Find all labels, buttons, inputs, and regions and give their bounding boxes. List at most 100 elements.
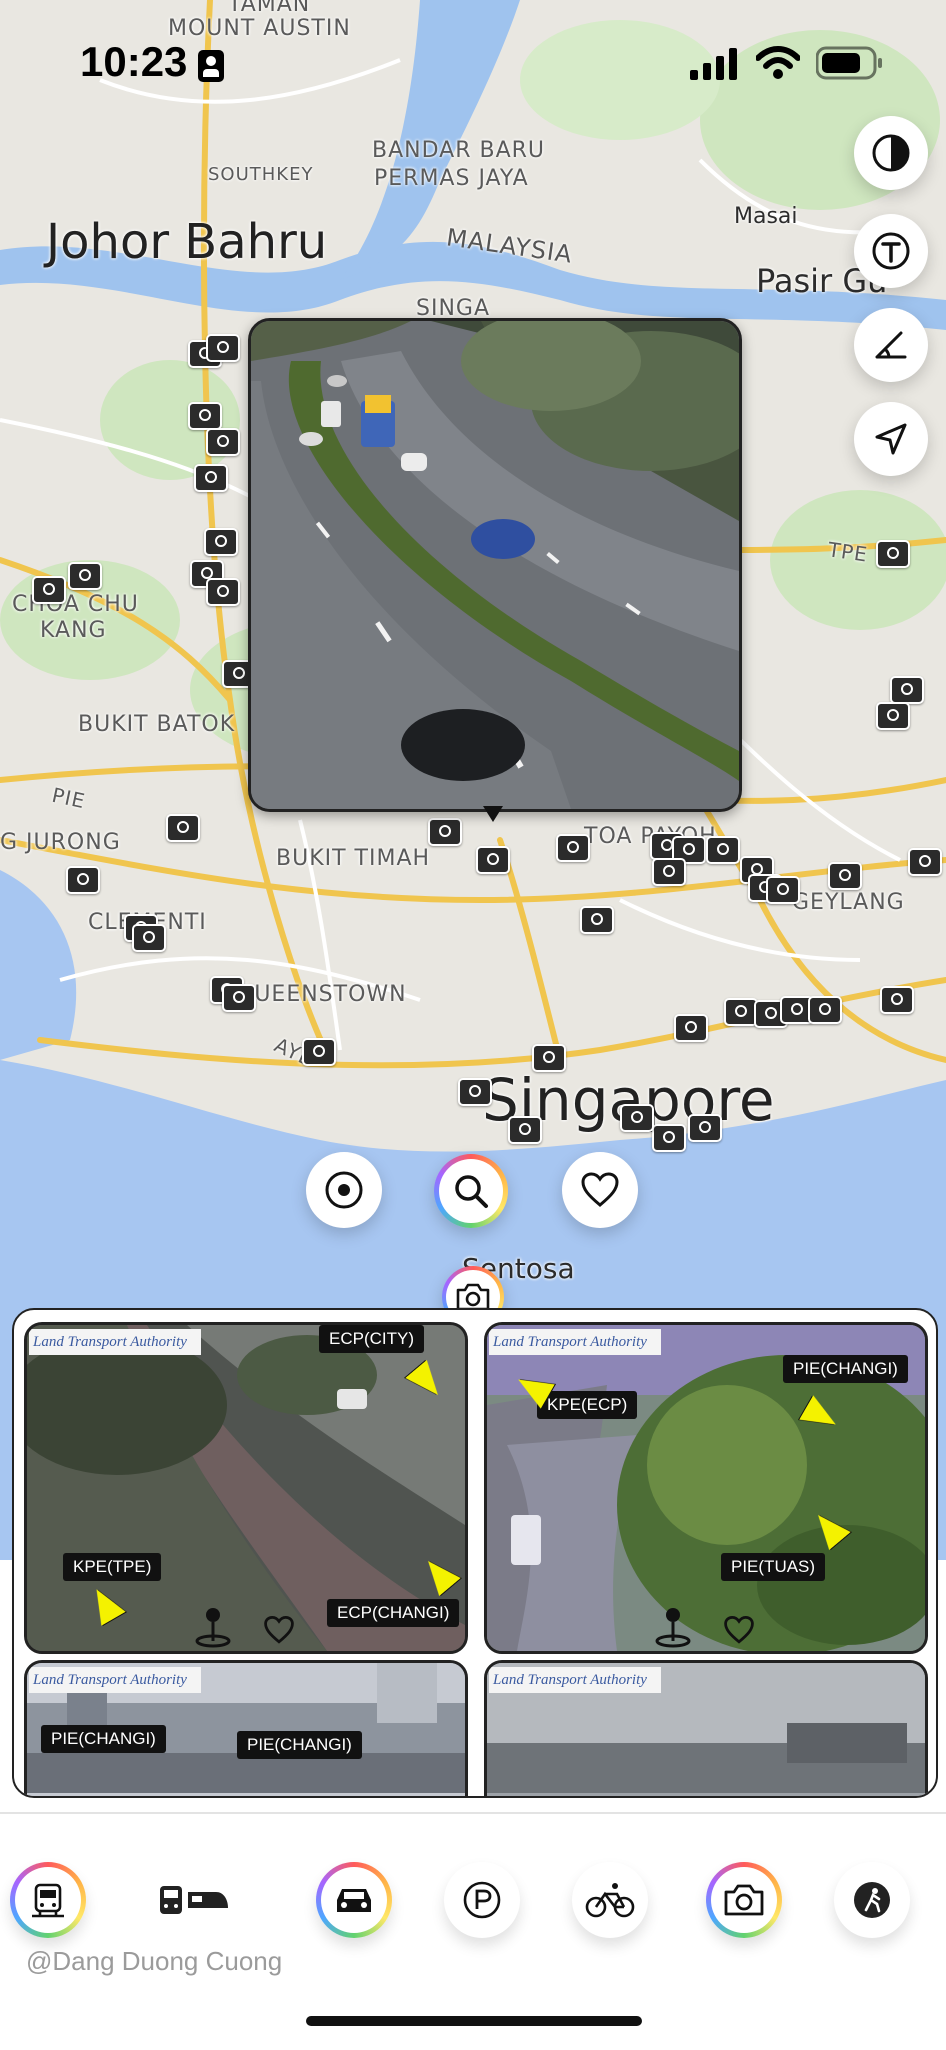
camera-marker[interactable] [652,1124,686,1152]
direction-tag: PIE(CHANGI) [237,1731,362,1759]
map-label-southkey: SOUTHKEY [208,164,314,185]
map-label-queenstown: QUEENSTOWN [236,982,407,1007]
search-button[interactable] [434,1154,508,1228]
camera-marker[interactable] [68,562,102,590]
camera-marker[interactable] [132,924,166,952]
direction-tag: PIE(CHANGI) [41,1725,166,1753]
camera-marker[interactable] [880,986,914,1014]
camera-marker[interactable] [428,818,462,846]
map-label-bukit-batok: BUKIT BATOK [78,712,236,737]
favorite-heart-icon[interactable] [263,1615,295,1645]
car-icon [337,1889,371,1912]
traffic-camera-image [251,321,739,809]
camera-marker[interactable] [876,702,910,730]
map-label-johor-bahru: Johor Bahru [46,214,328,270]
camera-marker[interactable] [508,1116,542,1144]
camera-marker[interactable] [206,428,240,456]
author-credit: @Dang Duong Cuong [26,1946,283,1976]
search-icon [455,1175,488,1208]
train-icon [160,1886,228,1914]
camera-marker[interactable] [206,334,240,362]
camera-grid-panel[interactable]: Land Transport Authority ECP(CITY) KPE(T… [12,1308,938,1798]
camera-marker[interactable] [580,906,614,934]
camera-tile[interactable]: Land Transport Authority PIE(CHANGI) PIE… [24,1660,468,1796]
camera-marker[interactable] [204,528,238,556]
angle-button[interactable] [854,308,928,382]
bus-stop-icon [32,1883,64,1918]
signal-icon [690,48,737,80]
camera-tile[interactable]: Land Transport Authority PIE(CHANGI) KPE… [484,1322,928,1654]
direction-tag: KPE(ECP) [537,1391,638,1419]
contrast-button[interactable] [854,116,928,190]
camera-marker[interactable] [908,848,942,876]
tab-traffic[interactable] [316,1862,392,1938]
camera-tile[interactable]: Land Transport Authority [484,1660,928,1796]
camera-marker[interactable] [32,576,66,604]
tab-more[interactable] [834,1862,910,1938]
tab-train[interactable] [154,1862,230,1938]
camera-marker[interactable] [706,836,740,864]
status-bar: 10:23 [0,0,946,120]
map-label-permas-jaya: PERMAS JAYA [374,166,529,191]
camera-marker[interactable] [890,676,924,704]
camera-marker[interactable] [66,866,100,894]
tab-bus[interactable] [10,1862,86,1938]
map-label-bandar-baru: BANDAR BARU [372,138,546,163]
camera-marker[interactable] [532,1044,566,1072]
wifi-icon [756,46,800,79]
tab-cameras[interactable] [706,1862,782,1938]
camera-marker[interactable] [876,540,910,568]
popup-pointer [483,806,503,822]
map-pin-icon[interactable] [193,1605,233,1649]
tab-parking[interactable] [444,1862,520,1938]
camera-marker[interactable] [458,1078,492,1106]
camera-marker[interactable] [302,1038,336,1066]
favorites-button[interactable] [562,1152,638,1228]
camera-marker[interactable] [194,464,228,492]
map-pin-icon[interactable] [653,1605,693,1649]
target-icon [325,1171,363,1209]
direction-tag: PIE(CHANGI) [783,1355,908,1383]
status-time: 10:23 [80,38,188,85]
camera-marker[interactable] [724,998,758,1026]
tab-cycling[interactable] [572,1862,648,1938]
camera-marker[interactable] [674,1014,708,1042]
angle-icon [875,331,907,359]
bicycle-icon [585,1883,635,1918]
navigate-button[interactable] [854,402,928,476]
locate-me-button[interactable] [306,1152,382,1228]
camera-marker[interactable] [620,1104,654,1132]
camera-marker[interactable] [652,858,686,886]
traffic-text-button[interactable] [854,214,928,288]
location-arrow-icon [875,423,907,455]
direction-tag: ECP(CHANGI) [327,1599,460,1627]
home-indicator [306,2016,642,2026]
parking-icon [463,1881,501,1919]
hiking-icon [854,1882,890,1918]
text-circle-icon [872,232,910,270]
camera-marker[interactable] [188,402,222,430]
id-card-icon [198,50,224,82]
camera-marker[interactable] [556,834,590,862]
map-label-bukit-timah: BUKIT TIMAH [276,846,431,871]
camera-marker[interactable] [808,996,842,1024]
lta-watermark: Land Transport Authority [29,1329,201,1355]
camera-marker[interactable] [766,876,800,904]
camera-marker[interactable] [828,862,862,890]
map-label-geylang: GEYLANG [792,890,905,915]
camera-marker[interactable] [476,846,510,874]
camera-marker[interactable] [688,1114,722,1142]
lta-watermark: Land Transport Authority [489,1667,661,1693]
direction-tag: KPE(TPE) [63,1553,162,1581]
camera-icon [724,1884,764,1916]
map-label-kang: KANG [40,618,107,643]
camera-marker[interactable] [206,578,240,606]
direction-tag: PIE(TUAS) [721,1553,826,1581]
camera-preview-popup[interactable] [248,318,742,812]
map-label-masai: Masai [734,204,798,229]
favorite-heart-icon[interactable] [723,1615,755,1645]
camera-tile[interactable]: Land Transport Authority ECP(CITY) KPE(T… [24,1322,468,1654]
camera-marker[interactable] [166,814,200,842]
lta-watermark: Land Transport Authority [29,1667,201,1693]
camera-marker[interactable] [222,984,256,1012]
